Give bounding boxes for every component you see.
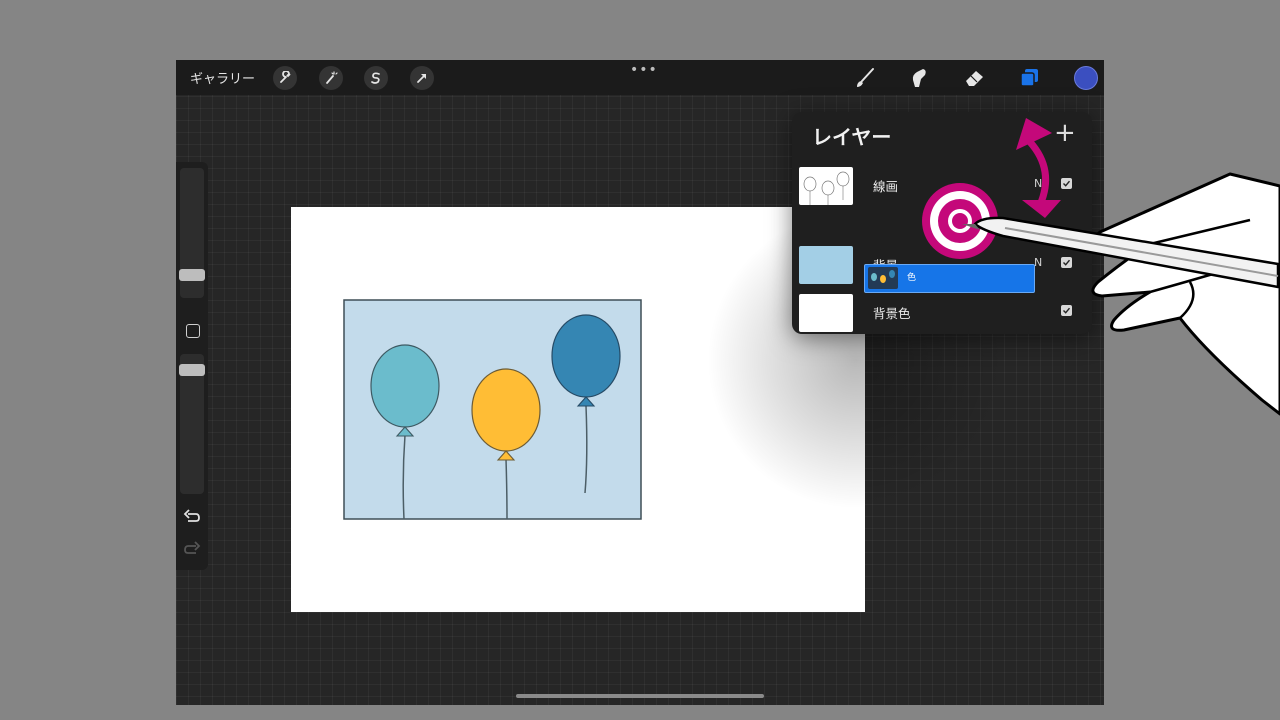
reorder-arrow-icon [1016, 118, 1061, 218]
hand-with-pencil-icon [962, 172, 1280, 416]
gesture-overlay [922, 118, 1280, 416]
